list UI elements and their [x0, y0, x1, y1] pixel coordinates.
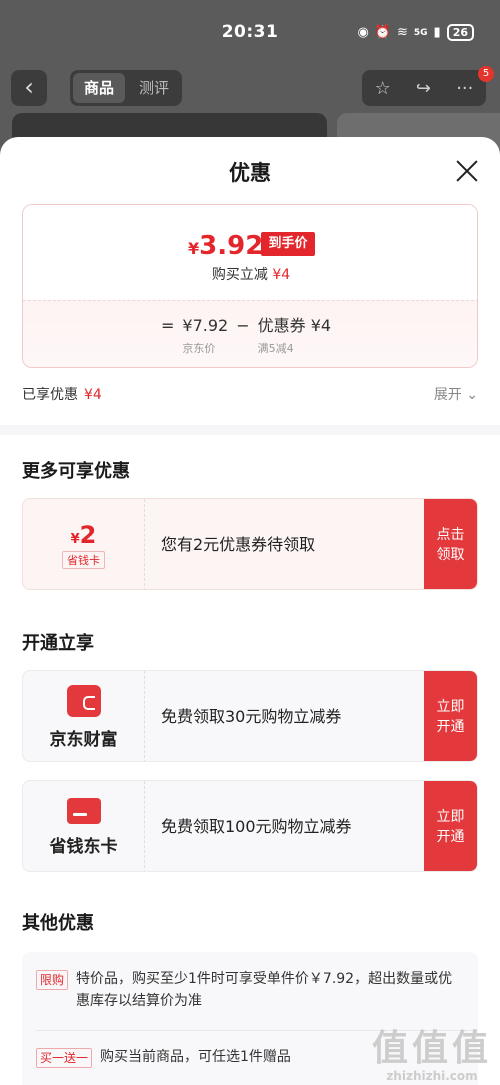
final-price: ¥3.92 [188, 231, 263, 261]
minus-sign: − [236, 316, 250, 335]
saving-card-text: 免费领取100元购物立减券 [161, 817, 352, 836]
gift-tag: 买一送一 [36, 1048, 93, 1068]
watermark-logo: 值值值 [371, 1028, 492, 1069]
enjoyed-label: 已享优惠 [22, 387, 78, 403]
close-icon[interactable] [455, 159, 479, 183]
status-bar: 20:31 ◉ ⏰ ≋ 5G ▮ 26 [0, 0, 500, 66]
limit-tag: 限购 [36, 970, 69, 990]
more-offers-title: 更多可享优惠 [22, 461, 130, 482]
coupon-value: 优惠券 ¥4 [257, 316, 332, 335]
equals-sign: = [161, 316, 175, 335]
final-price-symbol: ¥ [188, 239, 200, 258]
chevron-left-icon: ‹ [24, 73, 34, 101]
jd-finance-text: 免费领取30元购物立减券 [161, 707, 342, 726]
alarm-icon: ⏰ [374, 25, 391, 40]
limit-text: 特价品，购买至少1件时可享受单件价￥7.92，超出数量或优惠库存以结算价为准 [76, 971, 453, 1009]
coupon-amount: ¥2 [71, 521, 97, 549]
price-summary: ¥3.92 到手价 购买立减 ¥4 [23, 205, 477, 300]
expand-button[interactable]: 展开 ⌄ [434, 384, 478, 404]
open-saving-card-button[interactable]: 立即 开通 [424, 781, 477, 871]
eye-icon: ◉ [357, 25, 369, 40]
instant-discount-label: 购买立减 [211, 267, 268, 283]
status-icons: ◉ ⏰ ≋ 5G ▮ 26 [357, 24, 474, 41]
coupon-symbol: ¥ [70, 532, 80, 547]
discount-sheet: 优惠 ¥3.92 到手价 购买立减 ¥4 = ¥7.92 京东价 − 优惠券 ¥ [0, 137, 500, 1085]
jd-finance-name: 京东财富 [49, 729, 118, 750]
tab-product[interactable]: 商品 [73, 73, 125, 103]
other-offer-item: 限购 特价品，购买至少1件时可享受单件价￥7.92，超出数量或优惠库存以结算价为… [36, 968, 456, 1012]
expand-label: 展开 [433, 387, 462, 403]
instant-discount: 购买立减 ¥4 [23, 264, 477, 284]
instant-discount-value: ¥4 [272, 267, 291, 283]
nav-actions: ☆ ↪ ··· [362, 70, 486, 106]
background-nav: ‹ 商品 测评 ☆ ↪ ··· 5 [0, 66, 500, 153]
final-price-value: 3.92 [199, 231, 264, 261]
share-icon[interactable]: ↪ [416, 78, 431, 99]
card-icon [66, 797, 101, 824]
back-button[interactable]: ‹ [11, 70, 47, 106]
enjoyed-discount: 已享优惠 ¥4 [22, 384, 102, 404]
open-line1: 立即 [436, 809, 465, 825]
wallet-icon [66, 684, 101, 717]
coupon-tag: 省钱卡 [62, 551, 105, 569]
final-price-tag: 到手价 [261, 232, 315, 256]
other-offers-title: 其他优惠 [22, 913, 94, 934]
jd-price-label: 京东价 [182, 342, 216, 355]
open-jd-finance-button[interactable]: 立即 开通 [424, 671, 477, 761]
tab-switch: 商品 测评 [70, 70, 182, 106]
open-line2: 开通 [436, 829, 465, 845]
gift-text: 购买当前商品，可任选1件赠品 [100, 1049, 291, 1065]
claim-line1: 点击 [436, 527, 465, 543]
claim-button[interactable]: 点击 领取 [424, 499, 477, 589]
jd-finance-left: 京东财富 [23, 671, 145, 761]
open-line2: 开通 [436, 719, 465, 735]
more-icon[interactable]: ··· [456, 78, 473, 99]
saving-card-left: 省钱东卡 [23, 781, 145, 871]
open-line1: 立即 [436, 699, 465, 715]
coupon-left: ¥2 省钱卡 [23, 499, 145, 589]
coupon-rule: 满5减4 [257, 342, 294, 355]
price-card: ¥3.92 到手价 购买立减 ¥4 = ¥7.92 京东价 − 优惠券 ¥4 满… [22, 204, 478, 368]
star-icon[interactable]: ☆ [375, 78, 391, 99]
jd-finance-card[interactable]: 京东财富 免费领取30元购物立减券 立即开通 [22, 670, 478, 762]
sheet-title: 优惠 [229, 161, 271, 185]
coupon-card[interactable]: ¥2 省钱卡 您有2元优惠券待领取 点击领取 [22, 498, 478, 590]
saving-card[interactable]: 省钱东卡 免费领取100元购物立减券 立即开通 [22, 780, 478, 872]
coupon-text: 您有2元优惠券待领取 [161, 535, 316, 554]
enjoyed-value: ¥4 [84, 387, 102, 403]
battery-icon: 26 [446, 24, 474, 41]
jd-price: ¥7.92 [182, 316, 229, 335]
wifi-icon: ≋ [396, 25, 408, 40]
watermark-url: zhizhizhi.com [386, 1069, 478, 1083]
signal-label: 5G [413, 27, 428, 38]
price-formula: = ¥7.92 京东价 − 优惠券 ¥4 满5减4 [23, 300, 477, 367]
section-divider [0, 425, 500, 435]
chevron-down-icon: ⌄ [466, 387, 478, 403]
claim-line2: 领取 [436, 547, 465, 563]
open-title: 开通立享 [22, 633, 94, 654]
saving-card-name: 省钱东卡 [49, 836, 118, 857]
formula-row: = ¥7.92 京东价 − 优惠券 ¥4 满5减4 [161, 315, 331, 356]
coupon-amount-value: 2 [79, 521, 97, 549]
signal-icon: ▮ [433, 25, 441, 40]
coupon-col: 优惠券 ¥4 满5减4 [258, 315, 331, 356]
tab-review[interactable]: 测评 [132, 73, 176, 103]
message-badge: 5 [478, 66, 494, 82]
watermark: 值值值 zhizhizhi.com [371, 1028, 492, 1084]
jd-price-col: ¥7.92 京东价 [182, 315, 228, 356]
